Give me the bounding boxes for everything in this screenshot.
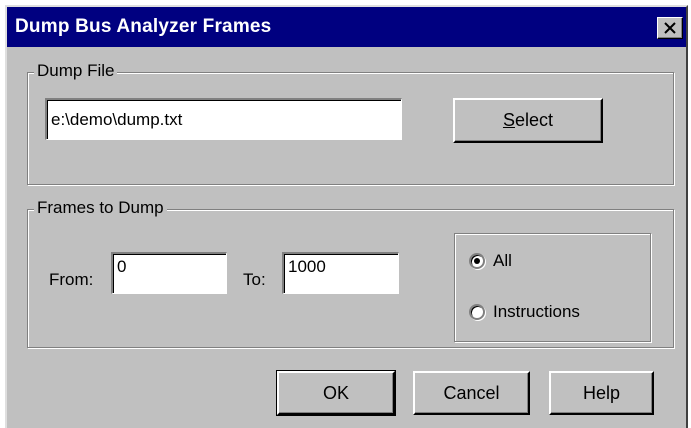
window-title: Dump Bus Analyzer Frames xyxy=(15,16,272,37)
from-input-text[interactable] xyxy=(115,256,226,278)
ok-button-label: OK xyxy=(322,382,349,403)
to-input[interactable] xyxy=(282,252,399,294)
dump-file-group-label: Dump File xyxy=(34,61,118,81)
from-label: From: xyxy=(49,270,94,289)
title-bar[interactable]: Dump Bus Analyzer Frames xyxy=(7,7,686,47)
radio-all-label[interactable]: All xyxy=(493,251,512,271)
dump-frames-dialog: Dump Bus Analyzer Frames Dump File Selec… xyxy=(5,5,688,428)
radio-all-selected-dot xyxy=(474,258,480,264)
radio-instructions[interactable] xyxy=(469,304,485,320)
radio-all[interactable] xyxy=(469,253,485,269)
select-button[interactable]: Select xyxy=(453,98,603,143)
to-input-text[interactable] xyxy=(286,256,398,278)
dump-file-path-text[interactable] xyxy=(49,100,401,139)
frames-to-dump-group-label: Frames to Dump xyxy=(34,198,167,218)
select-button-label: Select xyxy=(502,110,554,130)
cancel-button[interactable]: Cancel xyxy=(413,371,530,415)
ok-button[interactable]: OK xyxy=(276,370,396,416)
dump-file-path-input[interactable] xyxy=(45,98,402,140)
dump-mode-box xyxy=(454,233,651,342)
help-button[interactable]: Help xyxy=(549,371,654,415)
radio-instructions-label[interactable]: Instructions xyxy=(493,302,580,322)
close-button[interactable] xyxy=(657,17,683,39)
from-input[interactable] xyxy=(111,252,227,294)
cancel-button-label: Cancel xyxy=(443,382,500,403)
close-icon xyxy=(664,22,676,34)
to-label: To: xyxy=(243,270,266,289)
help-button-label: Help xyxy=(582,382,621,403)
